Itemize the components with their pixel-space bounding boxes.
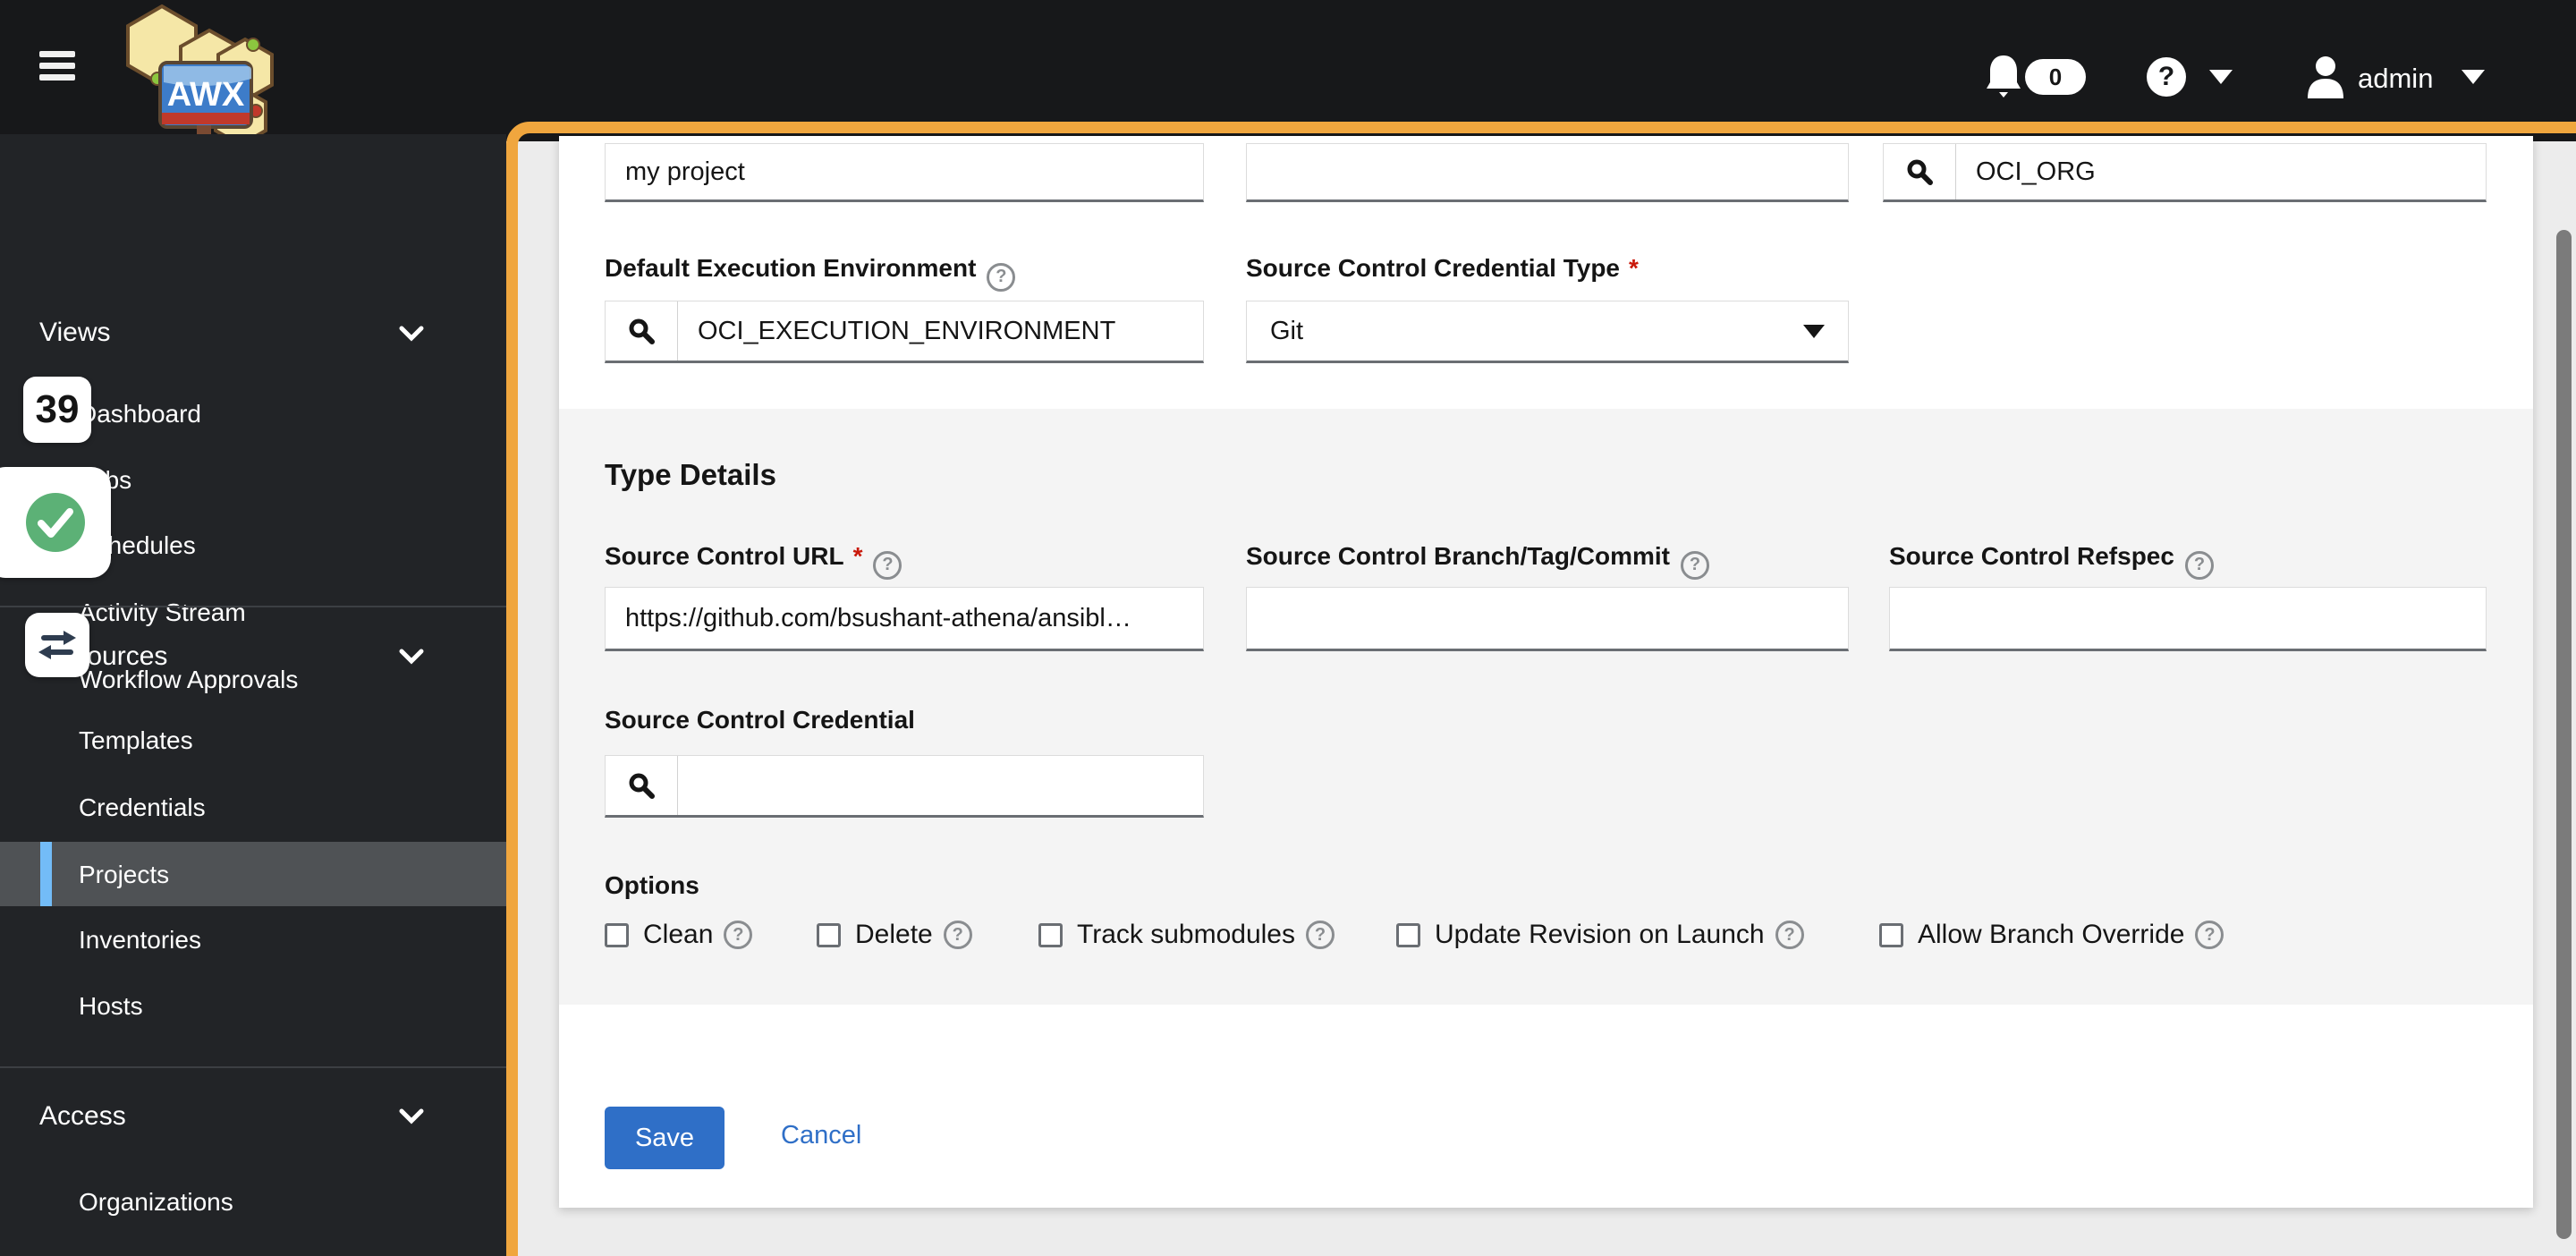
sidebar-item-organizations[interactable]: Organizations [79,1188,233,1217]
annotation-number-badge: 39 [23,377,91,443]
organization-lookup-field [1883,143,2487,202]
swap-arrows-icon [38,631,76,659]
execution-environment-label: Default Execution Environment? [605,254,1016,292]
sidebar-nav: Views Dashboard Jobs Schedules Activity … [0,134,506,1256]
scm-refspec-label: Source Control Refspec? [1889,542,2214,580]
sidebar-active-row-highlight [0,842,506,906]
credential-type-select[interactable]: Git [1246,301,1849,363]
sidebar-item-inventories[interactable]: Inventories [79,926,201,955]
awx-screen: AWX 0 ? admin Views Dashboard Jobs Sched… [0,0,2576,1256]
required-marker: * [852,542,863,570]
help-icon[interactable]: ? [2147,57,2186,97]
cancel-button[interactable]: Cancel [781,1121,861,1150]
scm-credential-lookup-field [605,755,1204,818]
hamburger-menu-icon[interactable] [39,51,75,85]
help-icon[interactable]: ? [1305,921,1335,949]
help-icon[interactable]: ? [987,262,1016,292]
allow-branch-override-checkbox-label: Allow Branch Override [1918,920,2185,949]
checkmark-icon [38,508,73,538]
scm-branch-label: Source Control Branch/Tag/Commit? [1246,542,1709,580]
scm-url-label-text: Source Control URL [605,542,844,570]
execution-environment-search-button[interactable] [606,301,678,361]
notifications-count-badge[interactable]: 0 [2025,59,2086,95]
help-icon[interactable]: ? [724,921,753,949]
help-icon[interactable]: ? [1680,550,1709,580]
notifications-bell-icon[interactable] [1984,54,2023,100]
execution-environment-lookup-field [605,301,1204,363]
check-circle-icon [26,493,85,552]
sidebar-active-indicator [40,842,52,906]
clean-checkbox[interactable] [605,922,629,947]
scm-credential-label: Source Control Credential [605,706,915,734]
sidebar-divider [0,606,506,607]
vertical-scrollbar-thumb[interactable] [2556,230,2572,1239]
project-name-input[interactable] [605,143,1204,202]
required-marker: * [1629,254,1639,282]
sidebar-item-projects[interactable]: Projects [79,861,169,889]
update-revision-checkbox[interactable] [1396,922,1420,947]
delete-checkbox-label: Delete [855,920,933,949]
sidebar-item-credentials[interactable]: Credentials [79,793,206,822]
scm-url-input[interactable] [605,587,1204,651]
help-icon[interactable]: ? [943,921,972,949]
sidebar-group-views[interactable]: Views [39,318,110,348]
sidebar-item-hosts[interactable]: Hosts [79,992,143,1021]
option-clean: Clean ? [605,920,753,950]
chevron-down-icon[interactable] [399,1108,424,1124]
save-button[interactable]: Save [605,1107,724,1169]
help-icon[interactable]: ? [2195,921,2224,949]
delete-checkbox[interactable] [817,922,841,947]
help-icon[interactable]: ? [873,550,902,580]
sidebar-divider [0,1066,506,1068]
sidebar-item-templates[interactable]: Templates [79,726,193,755]
chevron-down-icon[interactable] [399,649,424,665]
credential-type-selected-value: Git [1270,316,1304,345]
scm-branch-input[interactable] [1246,587,1849,651]
search-icon [1907,159,1933,185]
credential-type-label: Source Control Credential Type * [1246,254,1639,283]
clean-checkbox-label: Clean [643,920,714,949]
user-avatar-icon [2308,56,2343,98]
options-heading: Options [605,871,699,899]
type-details-heading: Type Details [605,458,776,491]
track-submodules-checkbox[interactable] [1038,922,1063,947]
option-update-revision-on-launch: Update Revision on Launch ? [1396,920,1804,950]
search-icon [629,773,655,799]
organization-search-button[interactable] [1884,144,1956,199]
chevron-down-icon[interactable] [399,326,424,342]
search-icon [629,318,655,344]
top-header-bar: AWX 0 ? admin [0,0,2576,134]
help-icon[interactable]: ? [1775,921,1804,949]
awx-logo[interactable]: AWX [113,2,275,134]
user-dropdown-caret-icon[interactable] [2462,70,2485,84]
option-track-submodules: Track submodules ? [1038,920,1335,950]
username-label[interactable]: admin [2358,63,2433,95]
scm-refspec-input[interactable] [1889,587,2487,651]
allow-branch-override-checkbox[interactable] [1879,922,1903,947]
select-caret-icon [1803,324,1825,338]
credential-type-label-text: Source Control Credential Type [1246,254,1620,282]
sidebar-item-activity-stream[interactable]: Activity Stream [79,598,246,627]
execution-environment-input[interactable] [678,301,1203,361]
scm-credential-input[interactable] [678,756,1203,815]
track-submodules-checkbox-label: Track submodules [1077,920,1295,949]
option-delete: Delete ? [817,920,972,950]
help-icon[interactable]: ? [2184,550,2214,580]
scm-branch-label-text: Source Control Branch/Tag/Commit [1246,542,1670,570]
sidebar-group-access[interactable]: Access [39,1101,126,1132]
update-revision-checkbox-label: Update Revision on Launch [1435,920,1765,949]
sidebar-item-dashboard[interactable]: Dashboard [79,400,201,429]
scm-refspec-label-text: Source Control Refspec [1889,542,2174,570]
scm-url-label: Source Control URL *? [605,542,902,580]
project-description-input[interactable] [1246,143,1849,202]
option-allow-branch-override: Allow Branch Override ? [1879,920,2224,950]
scm-credential-label-text: Source Control Credential [605,706,915,734]
annotation-check-overlay [0,467,111,578]
annotation-arrows-overlay [25,613,89,677]
execution-environment-label-text: Default Execution Environment [605,254,977,282]
organization-input[interactable] [1956,144,2486,199]
scm-credential-search-button[interactable] [606,756,678,815]
svg-text:AWX: AWX [167,76,245,114]
help-dropdown-caret-icon[interactable] [2209,70,2233,84]
